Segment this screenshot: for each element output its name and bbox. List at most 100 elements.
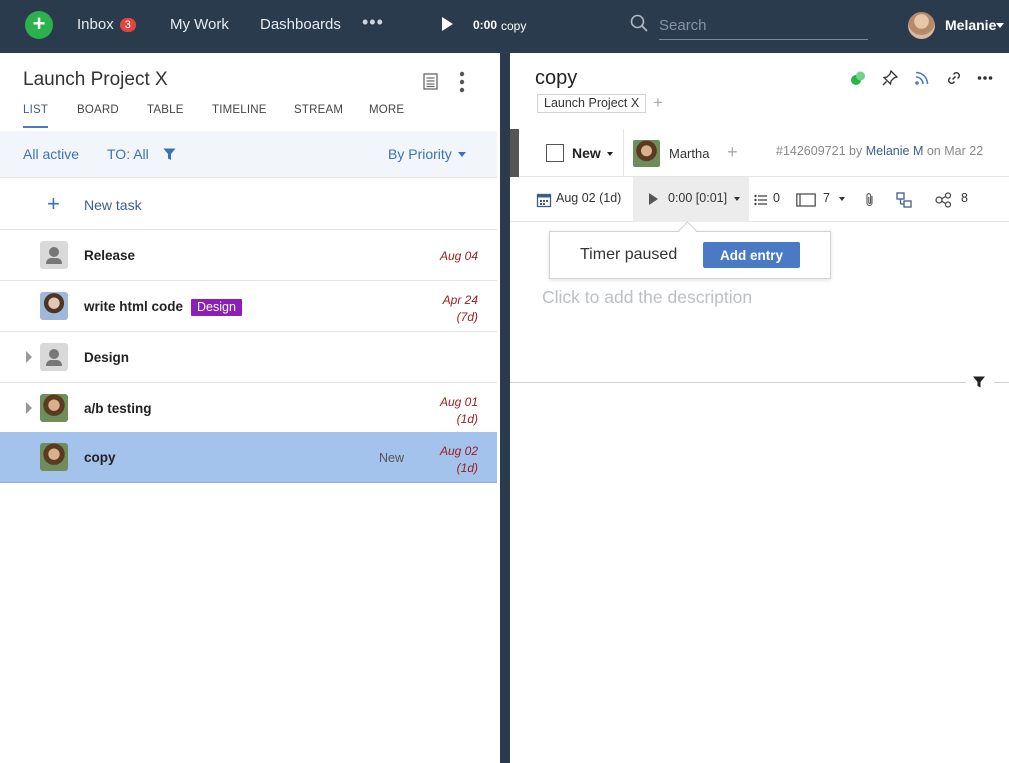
task-detail-title[interactable]: copy xyxy=(535,67,577,90)
pin-icon[interactable] xyxy=(882,70,898,86)
assignee-avatar xyxy=(40,292,68,320)
task-due-date: Aug 04 xyxy=(439,249,478,263)
attachments-count[interactable]: 7 xyxy=(823,191,830,205)
assignee-avatar[interactable] xyxy=(633,140,660,167)
timer-play-icon[interactable] xyxy=(442,17,453,31)
paperclip-icon[interactable] xyxy=(862,192,878,208)
user-menu-caret-icon[interactable] xyxy=(996,23,1004,28)
assignee-placeholder-avatar xyxy=(40,241,68,269)
task-row[interactable]: Design xyxy=(0,332,497,383)
timer-popover: Timer paused Add entry xyxy=(549,231,831,279)
tab-table[interactable]: TABLE xyxy=(147,104,184,116)
user-avatar[interactable] xyxy=(908,12,935,39)
assignee-name[interactable]: Martha xyxy=(669,146,709,161)
user-name[interactable]: Melanie xyxy=(945,17,996,33)
task-status: New xyxy=(379,451,405,465)
tab-board[interactable]: BOARD xyxy=(77,104,119,116)
task-toolbar: Aug 02 (1d) 0:00 [0:01] 0 7 8 xyxy=(510,177,1009,222)
count-caret-icon[interactable] xyxy=(839,197,845,201)
nav-inbox[interactable]: Inbox 3 xyxy=(77,16,136,33)
top-bar: + Inbox 3 My Work Dashboards ••• 0:00 cop… xyxy=(0,0,1009,53)
timer-value: 0:00 [0:01] xyxy=(668,191,728,205)
tab-stream[interactable]: STREAM xyxy=(294,104,343,116)
project-document-icon[interactable] xyxy=(423,73,438,90)
add-button[interactable]: + xyxy=(25,11,53,39)
rss-icon[interactable] xyxy=(914,70,930,86)
timer-task-name[interactable]: copy xyxy=(501,19,526,33)
dependency-icon[interactable] xyxy=(896,192,912,208)
task-row[interactable]: Release Aug 04 xyxy=(0,230,497,281)
author-link[interactable]: Melanie M xyxy=(866,144,924,158)
filter-icon[interactable] xyxy=(163,148,176,161)
project-chip[interactable]: Launch Project X xyxy=(537,94,647,113)
filter-all-active[interactable]: All active xyxy=(23,146,79,162)
nav-inbox-label: Inbox xyxy=(77,16,114,33)
timer-play-icon[interactable] xyxy=(649,193,658,205)
due-date[interactable]: Aug 02 (1d) xyxy=(556,191,621,205)
document-frame-icon[interactable] xyxy=(796,192,816,208)
sort-caret-icon xyxy=(457,152,466,157)
tag-design[interactable]: Design xyxy=(191,299,242,316)
expand-arrow-icon[interactable] xyxy=(26,402,32,414)
task-title: Design xyxy=(84,350,130,365)
add-project-icon[interactable]: + xyxy=(653,93,663,113)
task-list-panel: Launch Project X LIST BOARD TABLE TIMELI… xyxy=(0,53,497,763)
task-row-selected[interactable]: copy New Aug 02 (1d) xyxy=(0,432,497,483)
task-due-date: Aug 01 (1d) xyxy=(439,395,478,426)
search-input[interactable] xyxy=(659,12,868,40)
subtasks-count[interactable]: 0 xyxy=(773,191,780,205)
time-tracker[interactable]: 0:00 [0:01] xyxy=(633,177,749,222)
status-bar: New Martha + #142609721 by Melanie M on … xyxy=(510,129,1009,177)
tab-list[interactable]: LIST xyxy=(23,104,49,128)
task-row[interactable]: write html code Design Apr 24 (7d) xyxy=(0,281,497,332)
nav-dashboards[interactable]: Dashboards xyxy=(260,16,341,33)
subtasks-icon[interactable] xyxy=(753,192,769,208)
followers-count[interactable]: 8 xyxy=(961,191,968,205)
task-title: a/b testing xyxy=(84,401,152,416)
plus-icon: + xyxy=(47,191,60,216)
panel-divider[interactable] xyxy=(500,53,510,763)
project-menu-icon[interactable] xyxy=(458,71,466,93)
expand-arrow-icon[interactable] xyxy=(26,351,32,363)
link-icon[interactable] xyxy=(946,70,962,86)
calendar-icon[interactable] xyxy=(536,192,552,208)
followers-icon[interactable] xyxy=(935,192,953,208)
status-dropdown[interactable]: New xyxy=(572,145,613,161)
new-task-row[interactable]: + New task xyxy=(0,179,497,230)
share-status-icon[interactable] xyxy=(850,70,866,86)
add-assignee-icon[interactable]: + xyxy=(727,142,738,163)
sort-label: By Priority xyxy=(388,146,452,162)
task-title: Release xyxy=(84,248,136,263)
task-title: write html code Design xyxy=(84,299,242,316)
tab-timeline[interactable]: TIMELINE xyxy=(212,104,267,116)
description-placeholder[interactable]: Click to add the description xyxy=(542,287,752,308)
assignee-avatar xyxy=(40,394,68,422)
assignee-placeholder-avatar xyxy=(40,343,68,371)
assignee-avatar xyxy=(40,443,68,471)
timer-paused-label: Timer paused xyxy=(580,246,678,263)
task-detail-panel: copy Launch Project X + New Martha + #14… xyxy=(510,53,1009,763)
complete-checkbox[interactable] xyxy=(546,144,564,162)
timer-caret-icon[interactable] xyxy=(734,197,740,201)
status-edge xyxy=(510,129,519,177)
search-icon xyxy=(630,14,648,32)
project-title: Launch Project X xyxy=(23,69,168,90)
filter-bar: All active TO: All By Priority xyxy=(0,131,497,178)
sort-dropdown[interactable]: By Priority xyxy=(388,146,466,162)
filter-assignee[interactable]: TO: All xyxy=(107,146,149,162)
task-meta: #142609721 by Melanie M on Mar 22 xyxy=(776,144,984,158)
more-actions-icon[interactable] xyxy=(977,70,993,86)
task-due-date: Aug 02 (1d) xyxy=(439,444,478,475)
tab-more[interactable]: MORE xyxy=(369,104,404,116)
task-row[interactable]: a/b testing Aug 01 (1d) xyxy=(0,383,497,434)
task-title: copy xyxy=(84,450,116,465)
add-entry-button[interactable]: Add entry xyxy=(703,242,800,268)
stream-filter-icon[interactable] xyxy=(972,375,986,389)
inbox-count-badge: 3 xyxy=(119,18,136,32)
status-caret-icon xyxy=(606,152,613,156)
nav-more-icon[interactable]: ••• xyxy=(362,12,384,33)
timer-value[interactable]: 0:00 xyxy=(473,18,497,32)
nav-my-work[interactable]: My Work xyxy=(170,16,229,33)
new-task-label: New task xyxy=(84,197,142,213)
task-due-date: Apr 24 (7d) xyxy=(442,293,478,324)
